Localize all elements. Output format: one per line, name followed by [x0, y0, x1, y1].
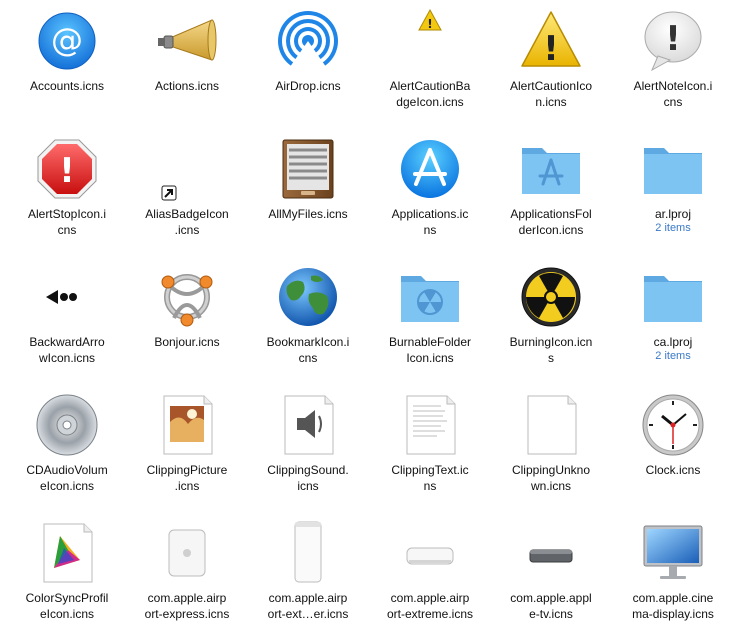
clipping-picture-icon [154, 392, 220, 458]
file-item[interactable]: Clock.icns [612, 386, 734, 510]
file-item[interactable]: com.apple.airp ort-express.icns [126, 514, 248, 638]
file-item-label: com.apple.cine ma-display.icns [632, 591, 714, 621]
file-item-count: 2 items [655, 222, 691, 234]
file-item[interactable]: com.apple.airp ort-ext…er.icns [247, 514, 369, 638]
clock-icon [640, 392, 706, 458]
file-item-label: BurningIcon.icn s [509, 335, 593, 365]
file-item-label: com.apple.airp ort-ext…er.icns [267, 591, 349, 621]
file-item-label: AlertCautionBa dgeIcon.icns [389, 79, 471, 109]
file-item-label: ClippingUnkno wn.icns [511, 463, 591, 493]
file-item[interactable]: ClippingText.ic ns [369, 386, 491, 510]
file-item[interactable]: ! AlertCautionBa dgeIcon.icns [369, 2, 491, 126]
file-item-label: ClippingText.ic ns [391, 463, 469, 493]
file-item[interactable]: ClippingUnkno wn.icns [490, 386, 612, 510]
file-item-label: ColorSyncProfil eIcon.icns [25, 591, 109, 621]
applications-folder-icon [518, 136, 584, 202]
burnable-folder-icon [397, 264, 463, 330]
file-item[interactable]: ! AlertCautionIco n.icns [490, 2, 612, 126]
file-item-label: ClippingSound. icns [267, 463, 349, 493]
file-item[interactable]: BurningIcon.icn s [490, 258, 612, 382]
file-item-label: AlertStopIcon.i cns [27, 207, 107, 237]
colorsync-icon [34, 520, 100, 586]
app-store-icon [397, 136, 463, 202]
file-item-label: AlertNoteIcon.i cns [633, 79, 713, 109]
file-item[interactable]: BookmarkIcon.i cns [247, 258, 369, 382]
file-item-label: ar.lproj [654, 207, 692, 221]
clipping-text-icon [397, 392, 463, 458]
clipping-unknown-icon [518, 392, 584, 458]
svg-text:!: ! [427, 17, 432, 31]
file-item[interactable]: ApplicationsFol derIcon.icns [490, 130, 612, 254]
file-drawer-icon [275, 136, 341, 202]
file-item[interactable]: Bonjour.icns [126, 258, 248, 382]
svg-text:!: ! [543, 29, 559, 69]
bonjour-icon [154, 264, 220, 330]
clipping-sound-icon [275, 392, 341, 458]
file-item-label: Actions.icns [154, 79, 220, 93]
file-item-label: Applications.ic ns [391, 207, 469, 237]
file-item[interactable]: BurnableFolder Icon.icns [369, 258, 491, 382]
at-sign-icon: @ [34, 8, 100, 74]
file-item[interactable]: ClippingSound. icns [247, 386, 369, 510]
note-bubble-icon: ! [640, 8, 706, 74]
svg-text:!: ! [665, 19, 681, 59]
file-item-label: BackwardArro wIcon.icns [29, 335, 105, 365]
file-item-label: AirDrop.icns [275, 79, 341, 93]
airport-express-icon [154, 520, 220, 586]
folder-icon [640, 264, 706, 330]
file-item[interactable]: AliasBadgeIcon .icns [126, 130, 248, 254]
file-item[interactable]: ColorSyncProfil eIcon.icns [6, 514, 128, 638]
svg-text:!: ! [59, 151, 75, 191]
airport-extreme-tower-icon [275, 520, 341, 586]
file-item[interactable]: AllMyFiles.icns [247, 130, 369, 254]
caution-icon: ! [518, 8, 584, 74]
file-item[interactable]: ca.lproj 2 items [612, 258, 734, 382]
file-item-label: AllMyFiles.icns [268, 207, 348, 221]
airdrop-icon [275, 8, 341, 74]
file-item[interactable]: ! AlertNoteIcon.i cns [612, 2, 734, 126]
file-item[interactable]: com.apple.appl e-tv.icns [490, 514, 612, 638]
file-item-label: AliasBadgeIcon .icns [145, 207, 229, 237]
file-item[interactable]: ! AlertStopIcon.i cns [6, 130, 128, 254]
file-item[interactable]: Applications.ic ns [369, 130, 491, 254]
file-item-label: com.apple.airp ort-express.icns [144, 591, 230, 621]
file-item-label: ApplicationsFol derIcon.icns [510, 207, 592, 237]
file-item[interactable]: ClippingPicture .icns [126, 386, 248, 510]
file-item-label: Clock.icns [645, 463, 701, 477]
file-item-label: BurnableFolder Icon.icns [388, 335, 472, 365]
airport-extreme-icon [397, 520, 463, 586]
folder-icon [640, 136, 706, 202]
alias-arrow-icon [154, 136, 220, 202]
megaphone-icon [154, 8, 220, 74]
backward-arrow-icon [34, 264, 100, 330]
file-item-label: Bonjour.icns [154, 335, 220, 349]
file-item[interactable]: ar.lproj 2 items [612, 130, 734, 254]
file-item-label: com.apple.airp ort-extreme.icns [386, 591, 474, 621]
globe-icon [275, 264, 341, 330]
file-item-label: com.apple.appl e-tv.icns [510, 591, 592, 621]
apple-tv-icon [518, 520, 584, 586]
svg-text:@: @ [51, 21, 83, 59]
file-item[interactable]: CDAudioVolum eIcon.icns [6, 386, 128, 510]
file-item-label: Accounts.icns [29, 79, 105, 93]
cinema-display-icon [640, 520, 706, 586]
file-item[interactable]: AirDrop.icns [247, 2, 369, 126]
stop-sign-icon: ! [34, 136, 100, 202]
file-item-label: BookmarkIcon.i cns [266, 335, 350, 365]
cd-icon [34, 392, 100, 458]
radiation-icon [518, 264, 584, 330]
file-item[interactable]: Actions.icns [126, 2, 248, 126]
caution-badge-icon: ! [397, 8, 463, 74]
file-item-label: CDAudioVolum eIcon.icns [26, 463, 108, 493]
file-item-count: 2 items [655, 350, 691, 362]
icon-grid: @ Accounts.icns Actions.icns AirDrop.icns! A… [0, 0, 743, 627]
file-item[interactable]: @ Accounts.icns [6, 2, 128, 126]
file-item[interactable]: com.apple.airp ort-extreme.icns [369, 514, 491, 638]
file-item[interactable]: BackwardArro wIcon.icns [6, 258, 128, 382]
file-item[interactable]: com.apple.cine ma-display.icns [612, 514, 734, 638]
file-item-label: AlertCautionIco n.icns [509, 79, 593, 109]
file-item-label: ClippingPicture .icns [146, 463, 228, 493]
file-item-label: ca.lproj [653, 335, 693, 349]
